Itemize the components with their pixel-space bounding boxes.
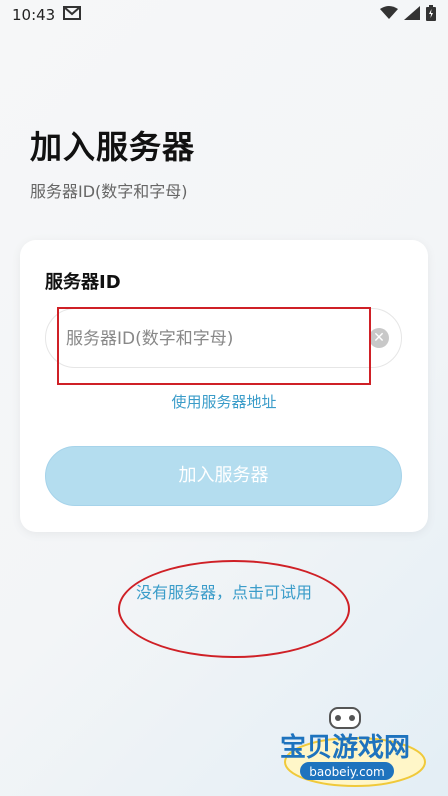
red-annotation-ellipse (118, 560, 350, 658)
join-server-button[interactable]: 加入服务器 (45, 446, 402, 506)
battery-icon (426, 5, 436, 25)
server-id-field[interactable]: ✕ (45, 308, 402, 369)
use-server-address-link[interactable]: 使用服务器地址 (20, 391, 428, 412)
mail-icon (63, 6, 82, 24)
wifi-icon (380, 6, 398, 24)
server-id-input[interactable] (64, 309, 368, 369)
status-time: 10:43 (12, 6, 56, 24)
try-without-server-link[interactable]: 没有服务器，点击可试用 (0, 579, 448, 603)
watermark-logo: 宝贝游戏网 baobeiy.com (270, 706, 440, 792)
watermark-text: 宝贝游戏网 (280, 732, 410, 763)
server-id-label: 服务器ID (45, 272, 121, 293)
page-subtitle: 服务器ID(数字和字母) (30, 182, 188, 201)
clear-icon[interactable]: ✕ (369, 328, 389, 348)
status-bar: 10:43 (0, 0, 448, 30)
join-server-card: 服务器ID ✕ 使用服务器地址 加入服务器 (20, 240, 428, 532)
watermark-url: baobeiy.com (309, 765, 384, 779)
page-title: 加入服务器 (30, 128, 196, 166)
signal-icon (404, 6, 420, 24)
